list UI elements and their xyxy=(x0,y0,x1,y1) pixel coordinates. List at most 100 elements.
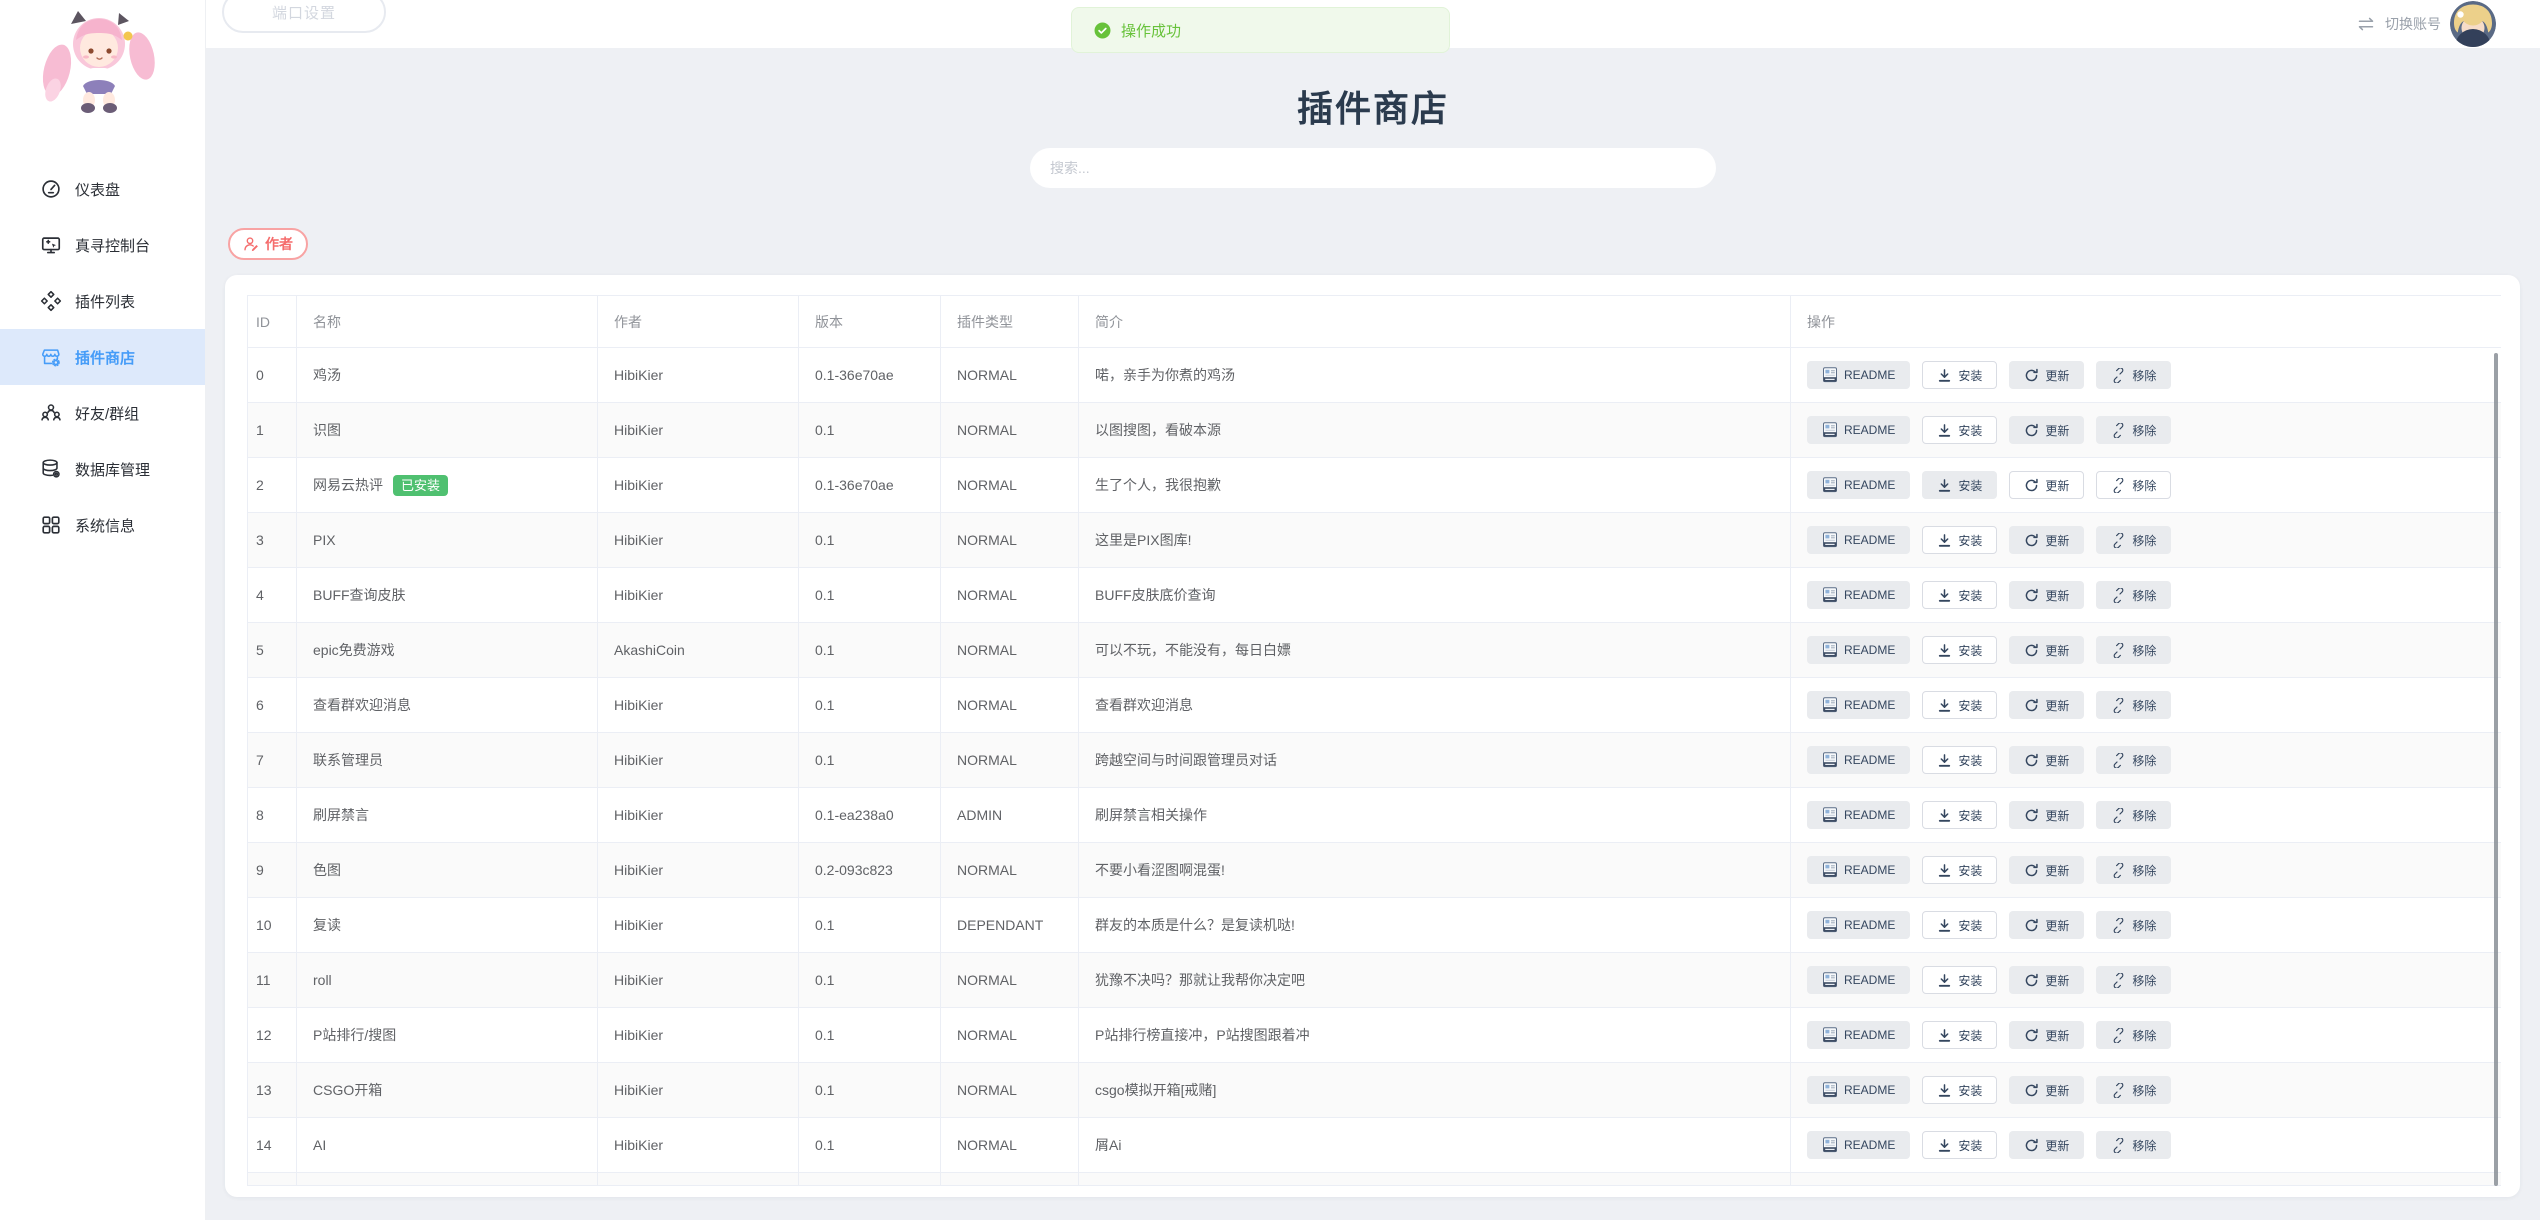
sidebar-item-3[interactable]: 插件商店 xyxy=(0,329,205,385)
readme-button[interactable]: README xyxy=(1807,801,1910,829)
readme-button[interactable]: README xyxy=(1807,361,1910,389)
cell-name: epic免费游戏 xyxy=(297,623,598,678)
install-button[interactable]: 安装 xyxy=(1922,856,1997,884)
remove-button[interactable]: 移除 xyxy=(2096,471,2171,499)
readme-button[interactable]: README xyxy=(1807,1021,1910,1049)
search-input[interactable] xyxy=(1030,148,1716,188)
update-button[interactable]: 更新 xyxy=(2009,856,2084,884)
cell-actions: README 安装 更新 移除 xyxy=(1791,623,2502,678)
install-button[interactable]: 安装 xyxy=(1922,801,1997,829)
remove-button[interactable]: 移除 xyxy=(2096,1076,2171,1104)
readme-button[interactable]: README xyxy=(1807,746,1910,774)
cell-name: 复读 xyxy=(297,898,598,953)
remove-button[interactable]: 移除 xyxy=(2096,801,2171,829)
page-title: 插件商店 xyxy=(206,80,2540,132)
readme-button[interactable]: README xyxy=(1807,966,1910,994)
cell-actions: README 安装 更新 移除 xyxy=(1791,348,2502,403)
cell-version: 0.1 xyxy=(799,513,941,568)
update-button[interactable]: 更新 xyxy=(2009,471,2084,499)
update-button[interactable]: 更新 xyxy=(2009,966,2084,994)
sidebar-item-6[interactable]: 系统信息 xyxy=(0,497,205,553)
install-button[interactable]: 安装 xyxy=(1922,416,1997,444)
readme-button[interactable]: README xyxy=(1807,416,1910,444)
update-button[interactable]: 更新 xyxy=(2009,1021,2084,1049)
readme-button[interactable]: README xyxy=(1807,856,1910,884)
install-button[interactable]: 安装 xyxy=(1922,1076,1997,1104)
remove-button[interactable]: 移除 xyxy=(2096,1021,2171,1049)
cell-actions: README 安装 更新 移除 xyxy=(1791,953,2502,1008)
remove-button[interactable]: 移除 xyxy=(2096,691,2171,719)
switch-account-link[interactable]: 切换账号 xyxy=(2385,14,2441,34)
table-scrollbar-thumb[interactable] xyxy=(2494,353,2498,1186)
install-button[interactable]: 安装 xyxy=(1922,911,1997,939)
update-button[interactable]: 更新 xyxy=(2009,361,2084,389)
update-button[interactable]: 更新 xyxy=(2009,801,2084,829)
install-button[interactable]: 安装 xyxy=(1922,526,1997,554)
remove-button[interactable]: 移除 xyxy=(2096,966,2171,994)
author-filter-button[interactable]: 作者 xyxy=(228,228,308,260)
cell-intro: 犹豫不决吗？那就让我帮你决定吧 xyxy=(1079,953,1791,1008)
cell-type: NORMAL xyxy=(941,403,1079,458)
readme-button[interactable]: README xyxy=(1807,691,1910,719)
cell-author: HibiKier xyxy=(598,348,799,403)
update-button[interactable]: 更新 xyxy=(2009,691,2084,719)
readme-button[interactable]: README xyxy=(1807,471,1910,499)
update-button[interactable]: 更新 xyxy=(2009,1131,2084,1159)
install-button[interactable]: 安装 xyxy=(1922,966,1997,994)
port-settings-button[interactable]: 端口设置 xyxy=(222,0,386,33)
sidebar-item-label: 插件列表 xyxy=(75,291,135,312)
table-row: 2网易云热评已安装HibiKier0.1-36e70aeNORMAL生了个人，我… xyxy=(248,458,2502,513)
update-button[interactable]: 更新 xyxy=(2009,416,2084,444)
remove-button[interactable]: 移除 xyxy=(2096,526,2171,554)
sidebar-item-5[interactable]: 数据库管理 xyxy=(0,441,205,497)
column-header: 名称 xyxy=(297,296,598,348)
install-button[interactable]: 安装 xyxy=(1922,581,1997,609)
update-button[interactable]: 更新 xyxy=(2009,636,2084,664)
cell-intro: 可以不玩，不能没有，每日白嫖 xyxy=(1079,623,1791,678)
sidebar-item-4[interactable]: 好友/群组 xyxy=(0,385,205,441)
remove-button[interactable]: 移除 xyxy=(2096,856,2171,884)
cell-author: HibiKier xyxy=(598,458,799,513)
update-button[interactable]: 更新 xyxy=(2009,1076,2084,1104)
sidebar-item-label: 真寻控制台 xyxy=(75,235,150,256)
remove-button[interactable]: 移除 xyxy=(2096,361,2171,389)
check-circle-icon xyxy=(1094,22,1111,39)
readme-button[interactable]: README xyxy=(1807,1131,1910,1159)
cell-author: HibiKier xyxy=(598,403,799,458)
sidebar-item-1[interactable]: 真寻控制台 xyxy=(0,217,205,273)
readme-button[interactable]: README xyxy=(1807,581,1910,609)
cell-actions: README 安装 更新 移除 xyxy=(1791,678,2502,733)
cell-type: NORMAL xyxy=(941,1118,1079,1173)
readme-button[interactable]: README xyxy=(1807,911,1910,939)
update-button[interactable]: 更新 xyxy=(2009,581,2084,609)
remove-button[interactable]: 移除 xyxy=(2096,911,2171,939)
sidebar-item-2[interactable]: 插件列表 xyxy=(0,273,205,329)
cell-id: 1 xyxy=(248,403,297,458)
install-button[interactable]: 安装 xyxy=(1922,471,1997,499)
remove-button[interactable]: 移除 xyxy=(2096,1131,2171,1159)
cell-version: 0.1 xyxy=(799,733,941,788)
install-button[interactable]: 安装 xyxy=(1922,1131,1997,1159)
main-content: 插件商店 作者 ID名称作者版本插件类型简介操作 0鸡汤HibiKier0.1-… xyxy=(206,48,2540,1220)
install-button[interactable]: 安装 xyxy=(1922,1021,1997,1049)
update-button[interactable]: 更新 xyxy=(2009,526,2084,554)
install-button[interactable]: 安装 xyxy=(1922,691,1997,719)
remove-button[interactable]: 移除 xyxy=(2096,746,2171,774)
install-button[interactable]: 安装 xyxy=(1922,361,1997,389)
plugin-name: BUFF查询皮肤 xyxy=(313,585,406,605)
cell-actions: README 安装 更新 移除 xyxy=(1791,513,2502,568)
install-button[interactable]: 安装 xyxy=(1922,746,1997,774)
install-button[interactable]: 安装 xyxy=(1922,636,1997,664)
sidebar-item-0[interactable]: 仪表盘 xyxy=(0,161,205,217)
update-button[interactable]: 更新 xyxy=(2009,746,2084,774)
user-avatar[interactable] xyxy=(2450,1,2496,47)
readme-button[interactable]: README xyxy=(1807,1076,1910,1104)
remove-button[interactable]: 移除 xyxy=(2096,581,2171,609)
readme-button[interactable]: README xyxy=(1807,636,1910,664)
remove-button[interactable]: 移除 xyxy=(2096,636,2171,664)
readme-button[interactable]: README xyxy=(1807,526,1910,554)
cell-type: NORMAL xyxy=(941,348,1079,403)
plugin-name: 鸡汤 xyxy=(313,365,341,385)
remove-button[interactable]: 移除 xyxy=(2096,416,2171,444)
update-button[interactable]: 更新 xyxy=(2009,911,2084,939)
